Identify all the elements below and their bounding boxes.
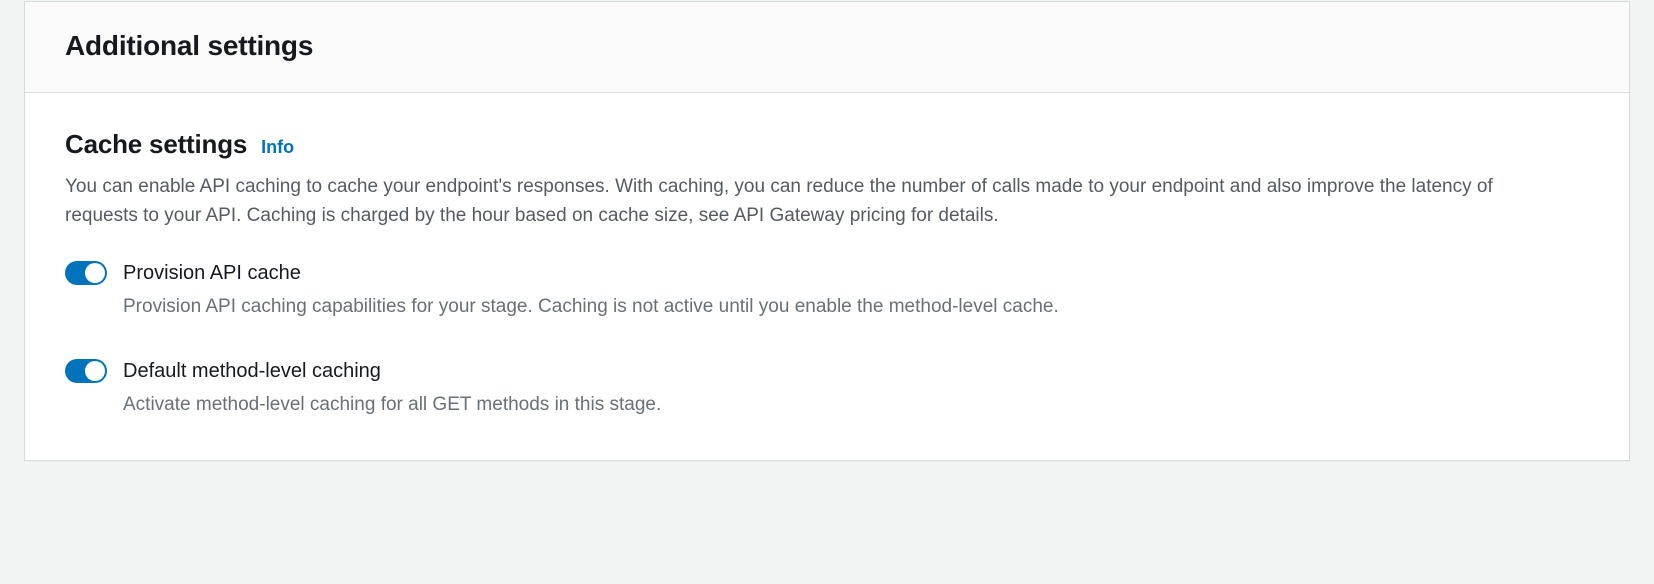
default-method-caching-label: Default method-level caching — [123, 357, 1589, 385]
cache-settings-heading: Cache settings Info — [65, 129, 1589, 160]
panel-title: Additional settings — [65, 30, 1589, 62]
cache-settings-description: You can enable API caching to cache your… — [65, 172, 1525, 231]
default-method-caching-content: Default method-level caching Activate me… — [123, 357, 1589, 420]
default-method-caching-toggle[interactable] — [65, 359, 107, 383]
info-link[interactable]: Info — [261, 137, 294, 158]
panel-body: Cache settings Info You can enable API c… — [25, 93, 1629, 460]
default-method-caching-description: Activate method-level caching for all GE… — [123, 391, 1589, 420]
default-method-caching-row: Default method-level caching Activate me… — [65, 357, 1589, 420]
provision-api-cache-description: Provision API caching capabilities for y… — [123, 293, 1589, 322]
provision-api-cache-content: Provision API cache Provision API cachin… — [123, 259, 1589, 322]
panel-header: Additional settings — [25, 2, 1629, 93]
provision-api-cache-toggle[interactable] — [65, 261, 107, 285]
provision-api-cache-label: Provision API cache — [123, 259, 1589, 287]
provision-api-cache-row: Provision API cache Provision API cachin… — [65, 259, 1589, 322]
additional-settings-panel: Additional settings Cache settings Info … — [24, 1, 1630, 461]
cache-settings-title: Cache settings — [65, 129, 247, 160]
